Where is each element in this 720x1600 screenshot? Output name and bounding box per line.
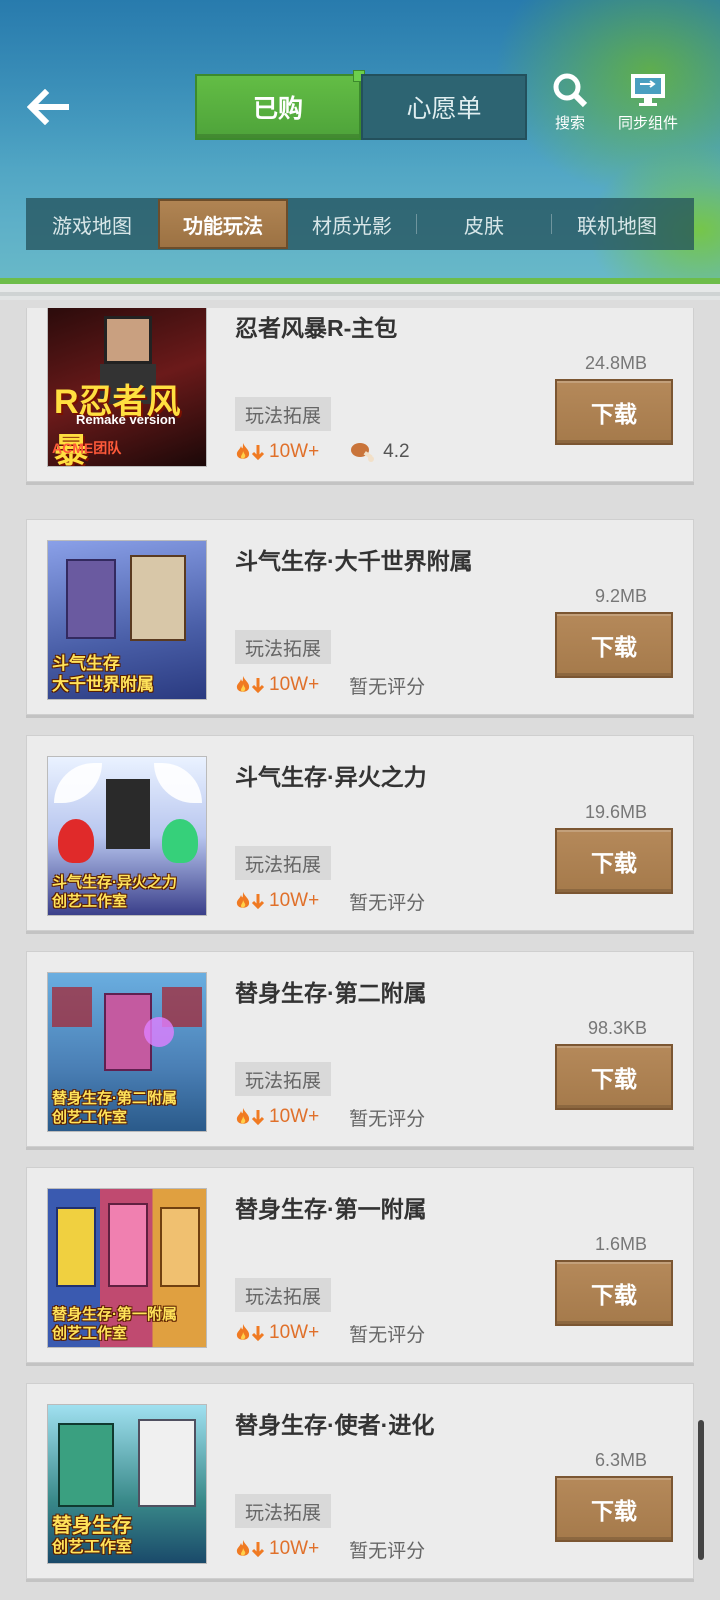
category-tabs: 游戏地图 功能玩法 材质光影 皮肤 联机地图 bbox=[26, 198, 694, 250]
search-icon bbox=[553, 73, 588, 108]
item-rating: 暂无评分 bbox=[349, 1324, 426, 1346]
arrow-down-icon bbox=[251, 678, 265, 694]
item-stats: 10W+ 暂无评分 bbox=[235, 1534, 425, 1564]
thumb-caption: 替身生存·第一附属 创艺工作室 bbox=[52, 1306, 177, 1342]
item-stats: 10W+ 暂无评分 bbox=[235, 1102, 425, 1132]
item-rating: 暂无评分 bbox=[349, 1108, 426, 1130]
list-item[interactable]: 替身生存·第一附属 创艺工作室 替身生存·第一附属 1.6MB 玩法拓展 10W… bbox=[26, 1167, 694, 1363]
item-title: 斗气生存·大千世界附属 bbox=[235, 548, 473, 574]
download-count: 10W+ bbox=[235, 1322, 319, 1344]
item-thumbnail: R忍者风暴 Remake version ACME团队 bbox=[47, 308, 207, 467]
item-rating: 暂无评分 bbox=[349, 892, 426, 914]
item-stats: 10W+ 暂无评分 bbox=[235, 670, 425, 700]
item-stats: 10W+ 暂无评分 bbox=[235, 1318, 425, 1348]
item-size: 1.6MB bbox=[594, 1234, 647, 1254]
search-button[interactable]: 搜索 bbox=[530, 72, 610, 133]
tab-wishlist[interactable]: 心愿单 bbox=[361, 74, 527, 140]
list-item[interactable]: R忍者风暴 Remake version ACME团队 忍者风暴R-主包 24.… bbox=[26, 308, 694, 482]
thumb-caption: 斗气生存·异火之力 创艺工作室 bbox=[52, 874, 177, 910]
thumb-subtitle: Remake version bbox=[76, 412, 176, 427]
download-button[interactable]: 下载 bbox=[555, 828, 673, 894]
item-tag: 玩法拓展 bbox=[235, 397, 332, 431]
list-item[interactable]: 斗气生存 大千世界附属 斗气生存·大千世界附属 9.2MB 玩法拓展 10W+ … bbox=[26, 519, 694, 715]
item-tag: 玩法拓展 bbox=[235, 846, 332, 880]
search-label: 搜索 bbox=[554, 115, 585, 132]
fire-icon bbox=[236, 1324, 250, 1340]
download-button[interactable]: 下载 bbox=[555, 612, 673, 678]
arrow-down-icon bbox=[251, 1542, 265, 1558]
thumb-caption: 替身生存 创艺工作室 bbox=[52, 1515, 133, 1556]
purchase-tabs: 已购 心愿单 bbox=[195, 70, 527, 140]
download-count: 10W+ bbox=[235, 441, 319, 463]
download-button[interactable]: 下载 bbox=[555, 1260, 673, 1326]
tab-textures-shaders[interactable]: 材质光影 bbox=[288, 198, 416, 250]
item-title: 斗气生存·异火之力 bbox=[235, 764, 427, 790]
item-title: 忍者风暴R-主包 bbox=[235, 315, 398, 341]
item-rating: 4.2 bbox=[349, 441, 410, 463]
arrow-down-icon bbox=[251, 1326, 265, 1342]
list-item[interactable]: 替身生存 创艺工作室 替身生存·使者·进化 6.3MB 玩法拓展 10W+ 暂无… bbox=[26, 1383, 694, 1579]
header-bottom-edge bbox=[0, 278, 720, 300]
arrow-down-icon bbox=[251, 1110, 265, 1126]
tab-game-maps[interactable]: 游戏地图 bbox=[26, 198, 158, 250]
fire-icon bbox=[236, 892, 250, 908]
monitor-sync-icon bbox=[631, 74, 665, 106]
item-size: 98.3KB bbox=[587, 1018, 647, 1038]
scrollbar[interactable] bbox=[698, 1420, 704, 1560]
item-size: 19.6MB bbox=[584, 802, 647, 822]
download-count: 10W+ bbox=[235, 890, 319, 912]
thumb-team: ACME团队 bbox=[52, 440, 122, 456]
item-rating: 暂无评分 bbox=[349, 676, 426, 698]
list-item[interactable]: 斗气生存·异火之力 创艺工作室 斗气生存·异火之力 19.6MB 玩法拓展 10… bbox=[26, 735, 694, 931]
thumb-caption: 替身生存·第二附属 创艺工作室 bbox=[52, 1090, 177, 1126]
item-title: 替身生存·第二附属 bbox=[235, 980, 427, 1006]
fire-icon bbox=[236, 676, 250, 692]
arrow-down-icon bbox=[251, 445, 265, 461]
item-thumbnail: 斗气生存·异火之力 创艺工作室 bbox=[47, 756, 207, 916]
item-tag: 玩法拓展 bbox=[235, 1278, 332, 1312]
item-stats: 10W+ 4.2 bbox=[235, 437, 410, 467]
download-count: 10W+ bbox=[235, 674, 319, 696]
item-title: 替身生存·使者·进化 bbox=[235, 1412, 435, 1438]
arrow-down-icon bbox=[251, 894, 265, 910]
item-thumbnail: 替身生存 创艺工作室 bbox=[47, 1404, 207, 1564]
download-button[interactable]: 下载 bbox=[555, 1044, 673, 1110]
download-count: 10W+ bbox=[235, 1106, 319, 1128]
item-rating: 暂无评分 bbox=[349, 1540, 426, 1562]
list-item[interactable]: 替身生存·第二附属 创艺工作室 替身生存·第二附属 98.3KB 玩法拓展 10… bbox=[26, 951, 694, 1147]
item-thumbnail: 替身生存·第一附属 创艺工作室 bbox=[47, 1188, 207, 1348]
item-size: 24.8MB bbox=[584, 353, 647, 373]
item-stats: 10W+ 暂无评分 bbox=[235, 886, 425, 916]
item-thumbnail: 斗气生存 大千世界附属 bbox=[47, 540, 207, 700]
fire-icon bbox=[236, 443, 250, 459]
content-list[interactable]: R忍者风暴 Remake version ACME团队 忍者风暴R-主包 24.… bbox=[0, 308, 720, 1600]
fire-icon bbox=[236, 1108, 250, 1124]
thumb-caption: 斗气生存 大千世界附属 bbox=[52, 654, 154, 694]
download-count: 10W+ bbox=[235, 1538, 319, 1560]
item-tag: 玩法拓展 bbox=[235, 1062, 332, 1096]
download-button[interactable]: 下载 bbox=[555, 1476, 673, 1542]
back-button[interactable] bbox=[24, 82, 74, 132]
tab-gameplay[interactable]: 功能玩法 bbox=[158, 199, 288, 249]
sync-components-button[interactable]: 同步组件 bbox=[608, 72, 688, 133]
item-tag: 玩法拓展 bbox=[235, 1494, 332, 1528]
back-arrow-icon bbox=[27, 89, 69, 125]
item-tag: 玩法拓展 bbox=[235, 630, 332, 664]
item-title: 替身生存·第一附属 bbox=[235, 1196, 427, 1222]
tab-multiplayer-maps[interactable]: 联机地图 bbox=[552, 198, 682, 250]
item-thumbnail: 替身生存·第二附属 创艺工作室 bbox=[47, 972, 207, 1132]
item-size: 9.2MB bbox=[594, 586, 647, 606]
fire-icon bbox=[236, 1540, 250, 1556]
top-header: 已购 心愿单 搜索 同步组件 游戏地图 功能玩法 材质光影 皮肤 联机地图 bbox=[0, 0, 720, 300]
drumstick-icon bbox=[351, 443, 375, 462]
download-button[interactable]: 下载 bbox=[555, 379, 673, 445]
tab-skins[interactable]: 皮肤 bbox=[417, 198, 551, 250]
tab-purchased[interactable]: 已购 bbox=[195, 70, 365, 140]
item-size: 6.3MB bbox=[594, 1450, 647, 1470]
sync-label: 同步组件 bbox=[617, 115, 678, 132]
